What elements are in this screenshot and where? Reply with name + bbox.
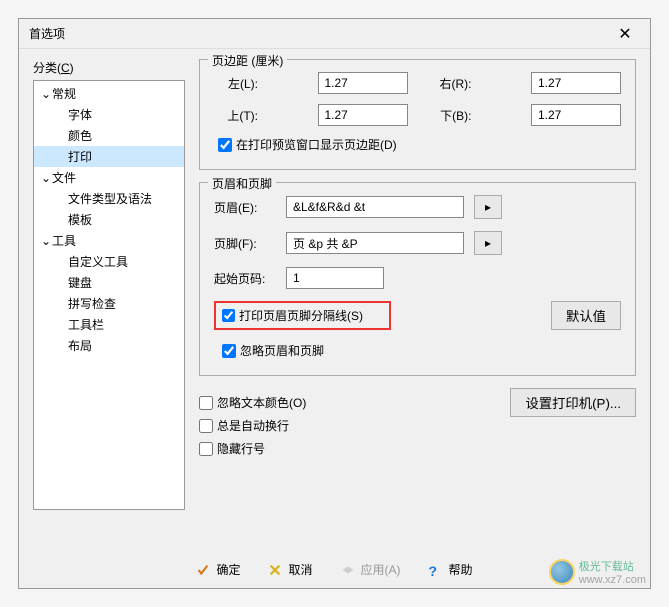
tree-template[interactable]: 模板 xyxy=(34,209,184,230)
cancel-button[interactable]: 取消 xyxy=(268,561,312,578)
watermark: 极光下载站 www.xz7.com xyxy=(549,558,646,586)
category-panel: 分类(C) ⌄常规 字体 颜色 打印 ⌄文件 文件类型及语法 模板 ⌄工具 自定… xyxy=(33,59,185,510)
header-input[interactable] xyxy=(286,196,464,218)
close-icon[interactable]: ✕ xyxy=(610,24,640,44)
footer-label: 页脚(F): xyxy=(214,235,276,252)
margin-bottom-label: 下(B): xyxy=(428,107,472,124)
ignore-color-label: 忽略文本颜色(O) xyxy=(217,394,306,411)
chevron-down-icon: ⌄ xyxy=(40,87,52,101)
settings-panel: 页边距 (厘米) 左(L): 右(R): 上(T): 下(B): 在打印预览窗口… xyxy=(199,59,636,510)
x-icon xyxy=(268,563,282,577)
chevron-right-icon: ▸ xyxy=(485,236,491,250)
apply-icon xyxy=(341,563,355,577)
margin-top-label: 上(T): xyxy=(214,107,258,124)
header-label: 页眉(E): xyxy=(214,199,276,216)
category-label: 分类(C) xyxy=(33,59,185,76)
footer-menu-button[interactable]: ▸ xyxy=(474,231,502,255)
tree-spellcheck[interactable]: 拼写检查 xyxy=(34,293,184,314)
margin-right-input[interactable] xyxy=(531,72,621,94)
tree-toolbar[interactable]: 工具栏 xyxy=(34,314,184,335)
wrap-checkbox[interactable] xyxy=(199,419,213,433)
chevron-right-icon: ▸ xyxy=(485,200,491,214)
watermark-url: www.xz7.com xyxy=(579,574,646,586)
print-separator-checkbox[interactable] xyxy=(222,309,235,322)
ok-button[interactable]: 确定 xyxy=(196,561,240,578)
margin-left-label: 左(L): xyxy=(214,75,258,92)
show-margin-preview-label: 在打印预览窗口显示页边距(D) xyxy=(236,136,397,153)
startpage-input[interactable] xyxy=(286,267,384,289)
header-footer-fieldset: 页眉和页脚 页眉(E): ▸ 页脚(F): ▸ 起始页码: xyxy=(199,182,636,376)
wrap-label: 总是自动换行 xyxy=(217,417,289,434)
tree-font[interactable]: 字体 xyxy=(34,104,184,125)
ignore-hf-checkbox[interactable] xyxy=(222,344,236,358)
tree-keyboard[interactable]: 键盘 xyxy=(34,272,184,293)
tree-print[interactable]: 打印 xyxy=(34,146,184,167)
margin-top-input[interactable] xyxy=(318,104,408,126)
ignore-hf-label: 忽略页眉和页脚 xyxy=(240,342,324,359)
category-tree[interactable]: ⌄常规 字体 颜色 打印 ⌄文件 文件类型及语法 模板 ⌄工具 自定义工具 键盘… xyxy=(33,80,185,510)
hideln-checkbox[interactable] xyxy=(199,442,213,456)
watermark-logo-icon xyxy=(549,559,575,585)
margin-left-input[interactable] xyxy=(318,72,408,94)
hf-legend: 页眉和页脚 xyxy=(208,175,276,192)
ignore-color-checkbox[interactable] xyxy=(199,396,213,410)
startpage-label: 起始页码: xyxy=(214,270,276,287)
chevron-down-icon: ⌄ xyxy=(40,171,52,185)
margin-right-label: 右(R): xyxy=(428,75,472,92)
tree-filetype[interactable]: 文件类型及语法 xyxy=(34,188,184,209)
margin-bottom-input[interactable] xyxy=(531,104,621,126)
default-button[interactable]: 默认值 xyxy=(551,301,621,330)
show-margin-preview-checkbox[interactable] xyxy=(218,138,232,152)
help-icon: ? xyxy=(429,563,443,577)
margins-fieldset: 页边距 (厘米) 左(L): 右(R): 上(T): 下(B): 在打印预览窗口… xyxy=(199,59,636,170)
margins-legend: 页边距 (厘米) xyxy=(208,52,287,69)
tree-color[interactable]: 颜色 xyxy=(34,125,184,146)
dialog-title: 首选项 xyxy=(29,25,610,42)
help-button[interactable]: ? 帮助 xyxy=(429,561,473,578)
titlebar: 首选项 ✕ xyxy=(19,19,650,49)
tree-file[interactable]: ⌄文件 xyxy=(34,167,184,188)
separator-line-highlight: 打印页眉页脚分隔线(S) xyxy=(214,301,391,330)
tree-layout[interactable]: 布局 xyxy=(34,335,184,356)
tree-customtool[interactable]: 自定义工具 xyxy=(34,251,184,272)
apply-button[interactable]: 应用(A) xyxy=(341,561,401,578)
preferences-dialog: 首选项 ✕ 分类(C) ⌄常规 字体 颜色 打印 ⌄文件 文件类型及语法 模板 … xyxy=(18,18,651,589)
hideln-label: 隐藏行号 xyxy=(217,440,265,457)
watermark-name: 极光下载站 xyxy=(579,558,646,574)
set-printer-button[interactable]: 设置打印机(P)... xyxy=(510,388,636,417)
footer-input[interactable] xyxy=(286,232,464,254)
tree-general[interactable]: ⌄常规 xyxy=(34,83,184,104)
chevron-down-icon: ⌄ xyxy=(40,234,52,248)
tree-tool[interactable]: ⌄工具 xyxy=(34,230,184,251)
check-icon xyxy=(196,563,210,577)
print-separator-label: 打印页眉页脚分隔线(S) xyxy=(239,307,363,324)
header-menu-button[interactable]: ▸ xyxy=(474,195,502,219)
